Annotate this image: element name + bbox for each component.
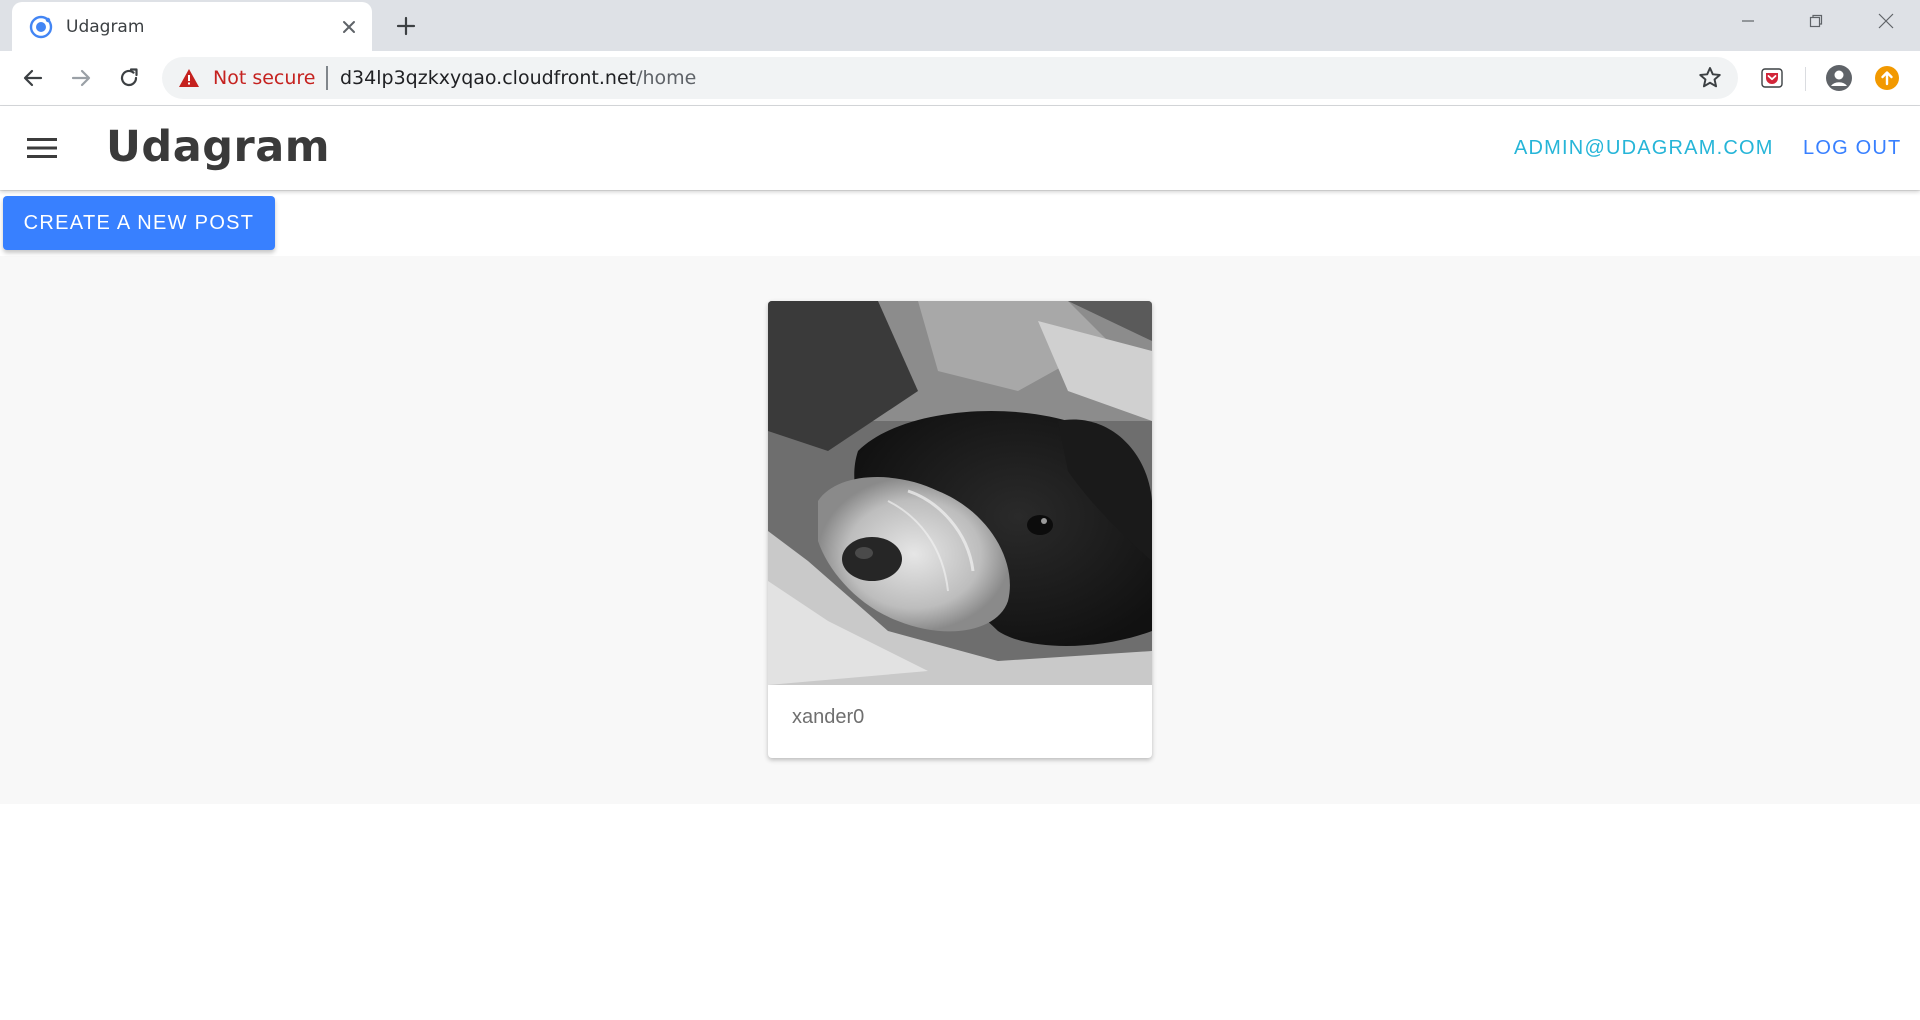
url-path: /home — [636, 67, 697, 89]
browser-tab-strip: Udagram — [0, 0, 1920, 51]
back-arrow-icon[interactable] — [16, 61, 50, 95]
divider — [1805, 67, 1806, 91]
url-text[interactable]: d34lp3qzkxyqao.cloudfront.net/home — [340, 67, 696, 89]
extension-pocket-icon[interactable] — [1757, 63, 1787, 93]
browser-tab[interactable]: Udagram — [12, 2, 372, 51]
app-title: Udagram — [106, 122, 331, 172]
post-caption: xander0 — [792, 706, 865, 728]
url-host: d34lp3qzkxyqao.cloudfront.net — [340, 67, 637, 89]
ionic-logo-icon — [29, 15, 53, 39]
feed: xander0 — [0, 256, 1920, 804]
post-image[interactable] — [768, 301, 1152, 685]
account-avatar-icon[interactable] — [1824, 63, 1854, 93]
create-post-button[interactable]: Create a new post — [3, 196, 275, 250]
star-bookmark-icon[interactable] — [1697, 65, 1723, 91]
reload-icon[interactable] — [112, 61, 146, 95]
minimize-icon[interactable] — [1720, 6, 1776, 36]
tab-title: Udagram — [66, 17, 145, 37]
logout-button[interactable]: Log out — [1803, 137, 1901, 160]
restore-icon[interactable] — [1788, 6, 1844, 36]
browser-toolbar: Not secure d34lp3qzkxyqao.cloudfront.net… — [0, 51, 1920, 106]
warning-triangle-icon[interactable] — [178, 68, 200, 88]
forward-arrow-icon[interactable] — [64, 61, 98, 95]
close-icon[interactable] — [1858, 6, 1914, 36]
plus-icon[interactable] — [392, 12, 420, 40]
app-header: Udagram admin@udagram.com Log out — [0, 106, 1920, 190]
hamburger-menu-icon[interactable] — [24, 130, 60, 166]
divider — [326, 66, 328, 90]
security-status[interactable]: Not secure — [213, 67, 316, 89]
close-icon[interactable] — [337, 15, 361, 39]
update-available-icon[interactable] — [1872, 63, 1902, 93]
user-email-link[interactable]: admin@udagram.com — [1514, 137, 1774, 160]
post-card[interactable]: xander0 — [768, 301, 1152, 758]
address-bar[interactable]: Not secure d34lp3qzkxyqao.cloudfront.net… — [162, 57, 1738, 99]
